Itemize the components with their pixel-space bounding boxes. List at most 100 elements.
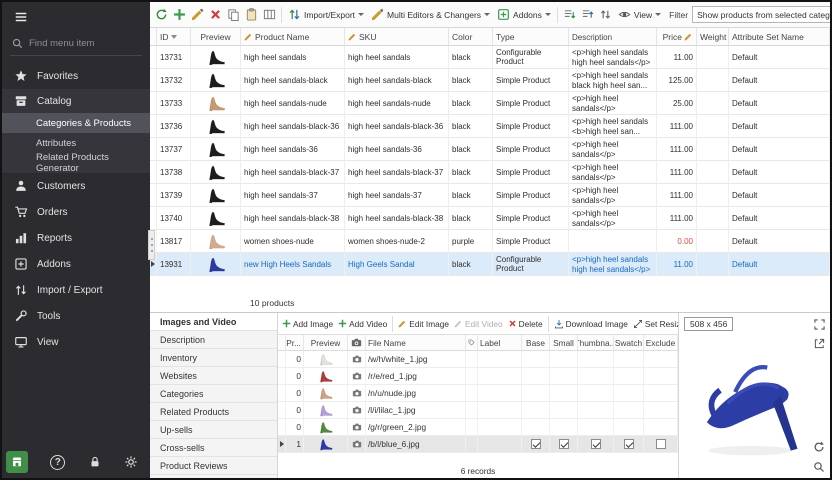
import-export-menu-button[interactable]: Import/Export [285,6,367,23]
image-row[interactable]: 0 /l/i/lilac_1.jpg [278,402,678,419]
set-resize-rule-button[interactable]: Set Resize Rule [631,318,678,330]
table-row-selected[interactable]: 13931 new High Heels Sandals High Geels … [150,253,830,276]
sidebar-item-favorites[interactable]: Favorites [2,63,150,89]
help-button[interactable]: ? [50,455,65,470]
expand-all-button[interactable] [561,6,578,24]
image-row-selected[interactable]: 1 /b/l/blue_6.jpg [278,436,678,453]
tab-categories[interactable]: Categories [150,385,277,403]
column-header-weight[interactable]: Weight [697,28,729,45]
collapse-all-button[interactable] [579,6,596,24]
column-header-type[interactable]: Type [493,28,569,45]
sidebar-item-reports[interactable]: Reports [2,225,150,251]
refresh-button[interactable] [153,6,170,24]
sidebar-item-related-products-generator[interactable]: Related Products Generator [2,153,150,173]
thumbnail-checkbox[interactable] [591,439,601,449]
sidebar-search[interactable] [10,32,142,56]
column-header-color[interactable]: Color [449,28,493,45]
column-header-camera[interactable] [348,335,366,350]
tab-inventory[interactable]: Inventory [150,349,277,367]
import-export-icon [288,8,301,21]
delete-image-button[interactable]: Delete [506,318,545,330]
store-button[interactable] [6,451,28,473]
edit-product-button[interactable] [189,6,206,24]
table-row[interactable]: 13739 high heel sandals-37 high heel san… [150,184,830,207]
addons-menu-button[interactable]: Addons [494,6,554,23]
add-image-button[interactable]: Add Image [280,318,335,330]
hamburger-menu-icon[interactable] [14,10,28,24]
sidebar-item-categories-products[interactable]: Categories & Products [2,113,150,133]
table-row[interactable]: 13731 high heel sandals high heel sandal… [150,46,830,69]
table-row[interactable]: 13737 high heel sandals-36 high heel san… [150,138,830,161]
column-header-sku[interactable]: SKU [345,28,449,45]
column-header-label[interactable]: Label [478,335,522,350]
table-row[interactable]: 13738 high heel sandals-black-37 high he… [150,161,830,184]
column-header-price[interactable]: Price [657,28,697,45]
column-header-exclude[interactable]: Exclude [644,335,678,350]
tab-product-reviews[interactable]: Product Reviews [150,457,277,475]
open-external-button[interactable] [812,336,826,350]
sidebar-item-catalog[interactable]: Catalog [2,89,150,113]
column-header-description[interactable]: Description [569,28,657,45]
column-header-base[interactable]: Base [522,335,550,350]
column-header-tag[interactable] [466,335,478,350]
multi-editors-menu-button[interactable]: Multi Editors & Changers [368,6,493,23]
table-row[interactable]: 13736 high heel sandals-black-36 high he… [150,115,830,138]
column-header-thumbnail[interactable]: Thumbna... [578,335,614,350]
sidebar-item-attributes[interactable]: Attributes [2,133,150,153]
fullscreen-button[interactable] [812,317,826,331]
column-header-file-name[interactable]: File Name [366,335,466,350]
column-header-id[interactable]: ID [157,28,191,45]
tab-images-and-video[interactable]: Images and Video [150,313,277,331]
column-header-swatch[interactable]: Swatch [614,335,644,350]
swatch-checkbox[interactable] [624,439,634,449]
image-row[interactable]: 0 /n/u/nude.jpg [278,385,678,402]
lock-icon[interactable] [88,455,102,469]
preview-refresh-button[interactable] [812,440,826,454]
sort-button[interactable] [597,6,614,24]
image-row[interactable]: 0 /w/h/white_1.jpg [278,351,678,368]
column-header-small[interactable]: Small [550,335,578,350]
columns-button[interactable] [261,6,278,24]
product-image[interactable] [687,331,822,472]
tab-description[interactable]: Description [150,331,277,349]
base-checkbox[interactable] [531,439,541,449]
sidebar-item-view[interactable]: View [2,329,150,355]
tab-related-products[interactable]: Related Products [150,403,277,421]
add-video-button[interactable]: Add Video [336,318,389,330]
add-product-button[interactable] [171,6,188,24]
table-row[interactable]: 13732 high heel sandals-black high heel … [150,69,830,92]
exclude-checkbox[interactable] [656,439,666,449]
settings-gear-icon[interactable] [124,455,138,469]
sidebar-item-tools[interactable]: Tools [2,303,150,329]
copy-button[interactable] [225,6,242,24]
view-menu-button[interactable]: View [615,6,664,23]
column-header-preview[interactable]: Preview [191,28,241,45]
small-checkbox[interactable] [559,439,569,449]
download-image-button[interactable]: Download Image [552,318,630,330]
button-label: Edit Video [465,319,503,329]
edit-image-button[interactable]: Edit Image [396,318,451,330]
filter-select[interactable]: Show products from selected categories [692,6,830,23]
image-row[interactable]: 0 /r/e/red_1.jpg [278,368,678,385]
column-header-product-name[interactable]: Product Name [241,28,345,45]
table-row[interactable]: 13733 high heel sandals-nude high heel s… [150,92,830,115]
tab-cross-sells[interactable]: Cross-sells [150,439,277,457]
sidebar-search-input[interactable] [29,38,133,49]
tab-websites[interactable]: Websites [150,367,277,385]
column-header-attribute-set[interactable]: Attribute Set Name [729,28,830,45]
sidebar-item-addons[interactable]: Addons [2,251,150,277]
cell-name: high heel sandals-37 [241,184,345,207]
table-row[interactable]: 13740 high heel sandals-black-38 high he… [150,207,830,230]
paste-button[interactable] [243,6,260,24]
sidebar-item-import-export[interactable]: Import / Export [2,277,150,303]
tab-up-sells[interactable]: Up-sells [150,421,277,439]
sidebar-item-customers[interactable]: Customers [2,173,150,199]
table-row[interactable]: 13817 women shoes-nude women shoes-nude-… [150,230,830,253]
delete-product-button[interactable] [207,6,224,24]
preview-zoom-button[interactable] [812,460,826,474]
column-header-priority[interactable]: Pr... [286,335,304,350]
image-row[interactable]: 0 /g/r/green_2.jpg [278,419,678,436]
sidebar-item-orders[interactable]: Orders [2,199,150,225]
column-header-image-preview[interactable]: Preview [304,335,348,350]
panel-splitter-handle[interactable] [148,230,155,260]
